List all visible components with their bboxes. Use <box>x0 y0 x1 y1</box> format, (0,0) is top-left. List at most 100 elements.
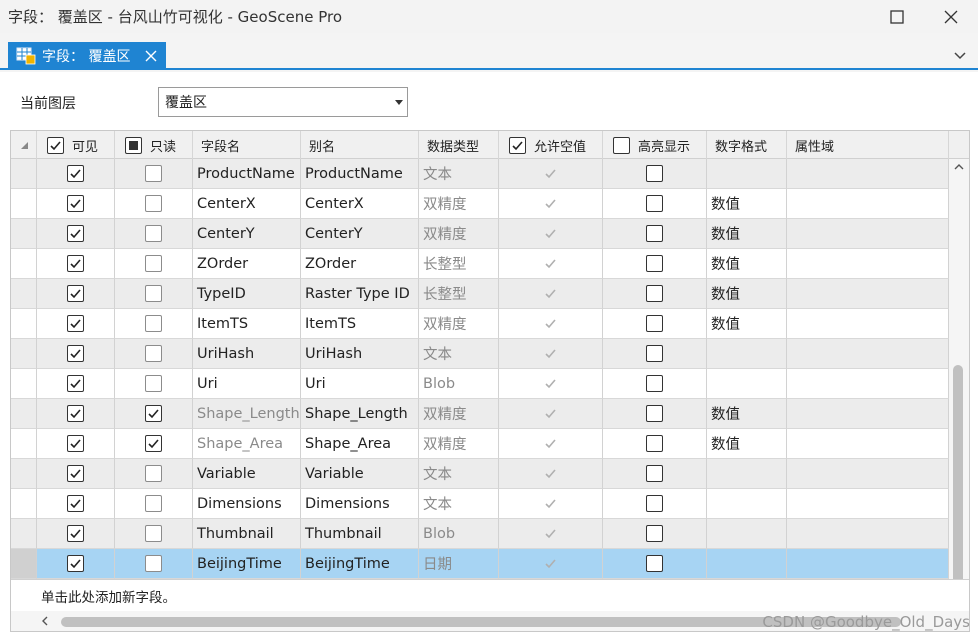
alias-cell[interactable]: ZOrder <box>301 249 419 279</box>
readonly-all-checkbox[interactable] <box>125 136 142 154</box>
data-type-cell[interactable]: 文本 <box>419 159 499 189</box>
highlight-checkbox[interactable] <box>646 285 663 302</box>
visible-checkbox[interactable] <box>67 435 84 452</box>
alias-cell[interactable]: Shape_Length <box>301 399 419 429</box>
alias-cell[interactable]: ProductName <box>301 159 419 189</box>
visible-checkbox[interactable] <box>67 405 84 422</box>
visible-checkbox[interactable] <box>67 495 84 512</box>
highlight-checkbox[interactable] <box>646 165 663 182</box>
visible-checkbox[interactable] <box>67 315 84 332</box>
domain-cell[interactable] <box>787 369 949 399</box>
highlight-checkbox[interactable] <box>646 375 663 392</box>
header-visible[interactable]: 可见 <box>37 131 115 159</box>
row-header[interactable] <box>11 489 37 519</box>
field-name-cell[interactable]: CenterY <box>193 219 301 249</box>
number-format-cell[interactable]: 数值 <box>707 309 787 339</box>
table-row[interactable]: Thumbnail Thumbnail Blob <box>11 519 949 549</box>
domain-cell[interactable] <box>787 459 949 489</box>
highlight-checkbox[interactable] <box>646 465 663 482</box>
number-format-cell[interactable]: 数值 <box>707 219 787 249</box>
field-name-cell[interactable]: Shape_Length <box>193 399 301 429</box>
alias-cell[interactable]: Uri <box>301 369 419 399</box>
data-type-cell[interactable]: Blob <box>419 369 499 399</box>
table-row[interactable]: CenterY CenterY 双精度 数值 <box>11 219 949 249</box>
data-type-cell[interactable]: 双精度 <box>419 399 499 429</box>
field-name-cell[interactable]: CenterX <box>193 189 301 219</box>
data-type-cell[interactable]: 日期 <box>419 549 499 579</box>
vertical-scroll-thumb[interactable] <box>953 365 963 589</box>
header-field-name[interactable]: 字段名 <box>193 131 301 159</box>
alias-cell[interactable]: Dimensions <box>301 489 419 519</box>
header-number-format[interactable]: 数字格式 <box>707 131 787 159</box>
visible-checkbox[interactable] <box>67 225 84 242</box>
number-format-cell[interactable]: 数值 <box>707 249 787 279</box>
readonly-checkbox[interactable] <box>145 555 162 572</box>
domain-cell[interactable] <box>787 159 949 189</box>
visible-checkbox[interactable] <box>67 195 84 212</box>
number-format-cell[interactable]: 数值 <box>707 189 787 219</box>
vertical-scrollbar[interactable] <box>949 159 969 589</box>
data-type-cell[interactable]: 双精度 <box>419 429 499 459</box>
data-type-cell[interactable]: 文本 <box>419 489 499 519</box>
domain-cell[interactable] <box>787 489 949 519</box>
visible-checkbox[interactable] <box>67 345 84 362</box>
highlight-checkbox[interactable] <box>646 495 663 512</box>
visible-checkbox[interactable] <box>67 465 84 482</box>
readonly-checkbox[interactable] <box>145 495 162 512</box>
field-name-cell[interactable]: TypeID <box>193 279 301 309</box>
data-type-cell[interactable]: 长整型 <box>419 249 499 279</box>
table-row[interactable]: ZOrder ZOrder 长整型 数值 <box>11 249 949 279</box>
header-domain[interactable]: 属性域 <box>787 131 949 159</box>
field-name-cell[interactable]: ProductName <box>193 159 301 189</box>
header-allow-null[interactable]: 允许空值 <box>499 131 603 159</box>
close-window-button[interactable] <box>924 0 978 33</box>
chevron-down-icon[interactable] <box>952 47 968 63</box>
row-header[interactable] <box>11 549 37 579</box>
domain-cell[interactable] <box>787 339 949 369</box>
alias-cell[interactable]: BeijingTime <box>301 549 419 579</box>
row-header[interactable] <box>11 459 37 489</box>
number-format-cell[interactable] <box>707 159 787 189</box>
readonly-checkbox[interactable] <box>145 255 162 272</box>
visible-checkbox[interactable] <box>67 255 84 272</box>
header-alias[interactable]: 别名 <box>301 131 419 159</box>
table-row[interactable]: Shape_Length Shape_Length 双精度 数值 <box>11 399 949 429</box>
row-header[interactable] <box>11 159 37 189</box>
table-row[interactable]: Shape_Area Shape_Area 双精度 数值 <box>11 429 949 459</box>
highlight-checkbox[interactable] <box>646 255 663 272</box>
visible-checkbox[interactable] <box>67 555 84 572</box>
domain-cell[interactable] <box>787 519 949 549</box>
highlight-checkbox[interactable] <box>646 225 663 242</box>
data-type-cell[interactable]: 双精度 <box>419 309 499 339</box>
field-name-cell[interactable]: Thumbnail <box>193 519 301 549</box>
maximize-button[interactable] <box>870 0 924 33</box>
table-row[interactable]: CenterX CenterX 双精度 数值 <box>11 189 949 219</box>
data-type-cell[interactable]: 双精度 <box>419 219 499 249</box>
data-type-cell[interactable]: 长整型 <box>419 279 499 309</box>
number-format-cell[interactable] <box>707 549 787 579</box>
row-header[interactable] <box>11 249 37 279</box>
highlight-checkbox[interactable] <box>646 555 663 572</box>
table-row[interactable]: Variable Variable 文本 <box>11 459 949 489</box>
highlight-checkbox[interactable] <box>646 405 663 422</box>
alias-cell[interactable]: ItemTS <box>301 309 419 339</box>
number-format-cell[interactable] <box>707 369 787 399</box>
add-new-field-row[interactable]: 单击此处添加新字段。 <box>11 579 969 611</box>
number-format-cell[interactable]: 数值 <box>707 429 787 459</box>
row-header[interactable] <box>11 189 37 219</box>
domain-cell[interactable] <box>787 279 949 309</box>
row-header[interactable] <box>11 399 37 429</box>
alias-cell[interactable]: Raster Type ID <box>301 279 419 309</box>
readonly-checkbox[interactable] <box>145 165 162 182</box>
field-name-cell[interactable]: Dimensions <box>193 489 301 519</box>
highlight-checkbox[interactable] <box>646 195 663 212</box>
field-name-cell[interactable]: ItemTS <box>193 309 301 339</box>
header-highlight[interactable]: 高亮显示 <box>603 131 707 159</box>
readonly-checkbox[interactable] <box>145 345 162 362</box>
current-layer-select[interactable]: 覆盖区 <box>158 87 408 117</box>
number-format-cell[interactable]: 数值 <box>707 399 787 429</box>
domain-cell[interactable] <box>787 549 949 579</box>
field-name-cell[interactable]: Variable <box>193 459 301 489</box>
table-row[interactable]: Dimensions Dimensions 文本 <box>11 489 949 519</box>
field-name-cell[interactable]: ZOrder <box>193 249 301 279</box>
